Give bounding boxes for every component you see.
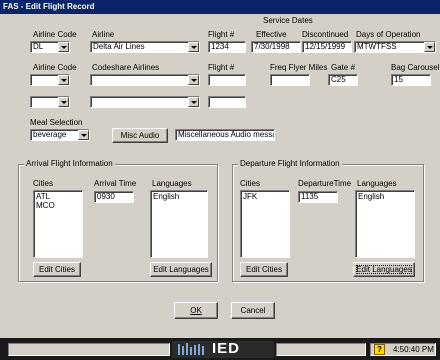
logo-text: IED [212, 340, 241, 357]
list-item[interactable]: English [153, 192, 205, 201]
meal-selection-value: beverage [33, 130, 67, 139]
airline-code-value: DL [33, 42, 44, 51]
window-title: FAS - Edit Flight Record [0, 0, 440, 14]
taskbar-panel-left [8, 343, 170, 356]
arrival-time-label: Arrival Time [94, 179, 137, 188]
chevron-down-icon[interactable] [188, 42, 199, 52]
service-dates-label: Service Dates [263, 16, 313, 25]
codeshare-flight-input-2[interactable] [208, 96, 246, 108]
misc-audio-input[interactable]: Miscellaneous Audio messa [175, 129, 275, 141]
arrival-cities-label: Cities [33, 179, 54, 188]
freq-flyer-miles-label: Freq Flyer Miles [270, 63, 328, 72]
arrival-cities-list[interactable]: ATL MCO [33, 190, 83, 258]
departure-cities-list[interactable]: JFK [240, 190, 290, 258]
airline-value: Delta Air Lines [93, 42, 145, 51]
airline-code-dropdown[interactable]: DL [30, 41, 70, 53]
chevron-down-icon[interactable] [424, 42, 435, 52]
arrival-languages-list[interactable]: English [150, 190, 208, 258]
airline-code-label: Airline Code [33, 30, 77, 39]
arrival-edit-cities-button[interactable]: Edit Cities [33, 262, 81, 277]
codeshare-airline-code-label: Airline Code [33, 63, 77, 72]
cancel-button-label: Cancel [240, 306, 266, 315]
clock: 4:50:40 PM [393, 345, 434, 354]
departure-languages-label: Languages [357, 179, 397, 188]
codeshare-airline-dropdown-1[interactable] [90, 74, 200, 86]
departure-languages-list[interactable]: English [355, 190, 415, 258]
airline-dropdown[interactable]: Delta Air Lines [90, 41, 200, 53]
flight-number-label: Flight # [208, 30, 235, 39]
airline-label: Airline [92, 30, 115, 39]
days-of-operation-value: MTWTFSS [357, 42, 397, 51]
departure-edit-cities-button[interactable]: Edit Cities [240, 262, 288, 277]
bag-carousel-label: Bag Carousel [391, 63, 440, 72]
ok-button-label: OK [190, 306, 202, 315]
flight-number-input[interactable]: 1234 [208, 41, 246, 53]
arrival-time-input[interactable]: 0930 [94, 191, 134, 203]
days-of-operation-label: Days of Operation [356, 30, 421, 39]
effective-date-input[interactable]: 7/30/1998 [251, 41, 301, 53]
codeshare-flight-number-label: Flight # [208, 63, 235, 72]
meal-selection-label: Meal Selection [30, 118, 83, 127]
departure-group-title: Departure Flight Information [238, 159, 342, 169]
ok-button[interactable]: OK [174, 302, 218, 319]
question-icon[interactable]: ? [374, 344, 385, 355]
bag-carousel-input[interactable]: 15 [391, 74, 431, 86]
misc-audio-button[interactable]: Misc Audio [112, 128, 168, 143]
departure-time-input[interactable]: 1135 [298, 191, 338, 203]
arrival-languages-label: Languages [152, 179, 192, 188]
gate-input[interactable]: C25 [328, 74, 358, 86]
departure-edit-languages-button[interactable]: Edit Languages [353, 262, 415, 277]
list-item[interactable]: ATL [36, 192, 80, 201]
discontinued-date-input[interactable]: 12/15/1999 [302, 41, 352, 53]
list-item[interactable]: MCO [36, 201, 80, 210]
freq-flyer-miles-input[interactable] [270, 74, 310, 86]
taskbar: IED ? 4:50:40 PM [0, 338, 440, 360]
chevron-down-icon[interactable] [58, 75, 69, 85]
cancel-button[interactable]: Cancel [231, 302, 275, 319]
list-item[interactable]: English [358, 192, 412, 201]
codeshare-airlines-label: Codeshare Airlines [92, 63, 160, 72]
codeshare-airline-dropdown-2[interactable] [90, 96, 200, 108]
arrival-edit-languages-button[interactable]: Edit Languages [150, 262, 212, 277]
chevron-down-icon[interactable] [78, 130, 89, 140]
codeshare-airline-code-dropdown-2[interactable] [30, 96, 70, 108]
chevron-down-icon[interactable] [188, 75, 199, 85]
departure-cities-label: Cities [240, 179, 261, 188]
arrival-group-title: Arrival Flight Information [24, 159, 115, 169]
gate-label: Gate # [331, 63, 356, 72]
meal-selection-dropdown[interactable]: beverage [30, 129, 90, 141]
taskbar-panel-right [276, 343, 366, 356]
logo: IED [172, 340, 274, 358]
system-tray: ? 4:50:40 PM [370, 343, 436, 356]
list-item[interactable]: JFK [243, 192, 287, 201]
effective-label: Effective [256, 30, 287, 39]
discontinued-label: Discontinued [302, 30, 349, 39]
chevron-down-icon[interactable] [58, 42, 69, 52]
days-of-operation-dropdown[interactable]: MTWTFSS [354, 41, 436, 53]
codeshare-flight-input-1[interactable] [208, 74, 246, 86]
departure-time-label: DepartureTime [298, 179, 352, 188]
codeshare-airline-code-dropdown-1[interactable] [30, 74, 70, 86]
chevron-down-icon[interactable] [58, 97, 69, 107]
chevron-down-icon[interactable] [188, 97, 199, 107]
